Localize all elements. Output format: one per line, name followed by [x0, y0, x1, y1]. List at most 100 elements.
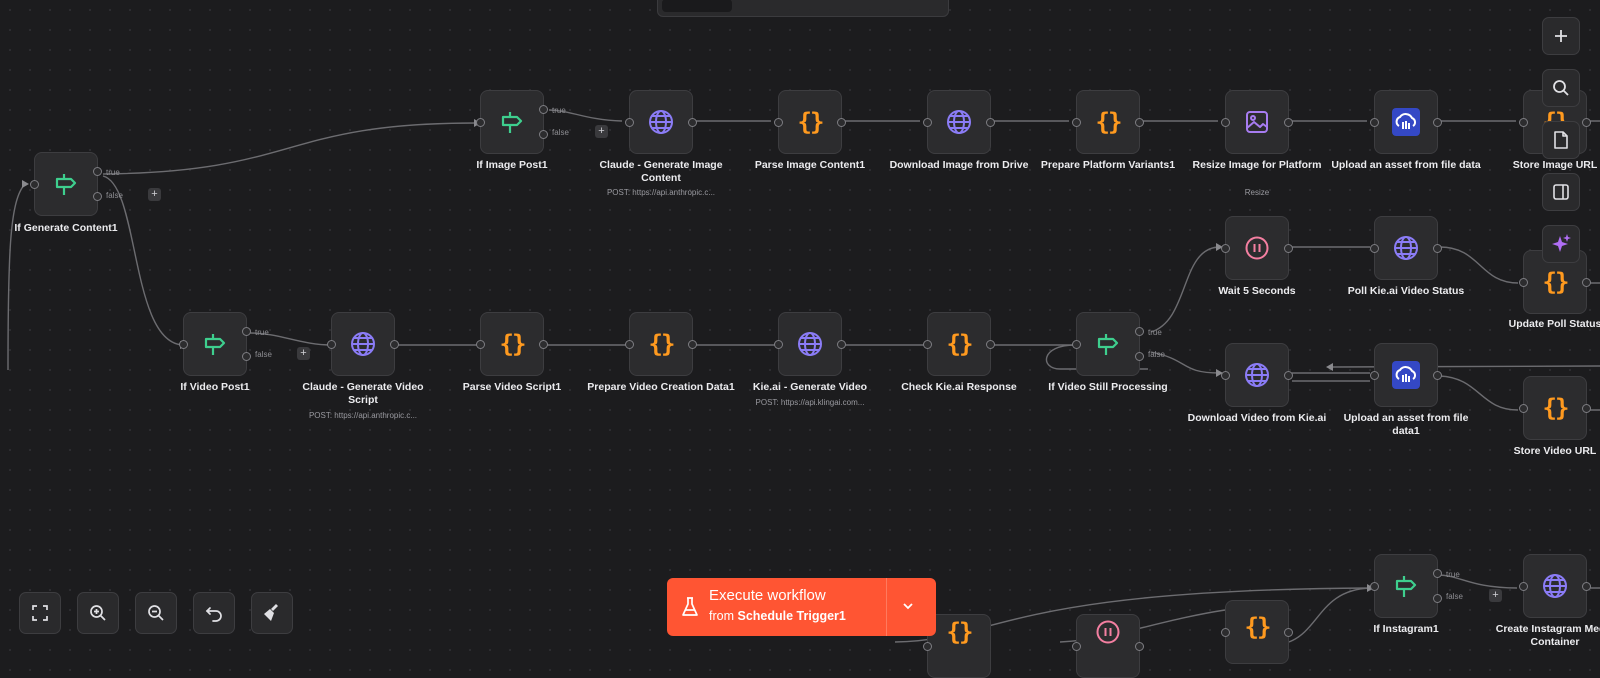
node-if-image-post[interactable]: [476, 90, 548, 154]
input-port[interactable]: [1221, 244, 1230, 253]
node-if-instagram[interactable]: [1370, 554, 1442, 618]
input-port[interactable]: [1221, 371, 1230, 380]
true-output-port[interactable]: [93, 167, 102, 176]
node-check-kie-response[interactable]: {}: [923, 312, 995, 376]
node-upload-asset-1[interactable]: [1370, 343, 1442, 407]
output-port[interactable]: [1135, 118, 1144, 127]
node-claude-generate-image-content[interactable]: [625, 90, 697, 154]
fit-view-button[interactable]: [19, 592, 61, 634]
node-resize-image-for-platform[interactable]: [1221, 90, 1293, 154]
node-poll-kie-video-status[interactable]: [1370, 216, 1442, 280]
output-port[interactable]: [1433, 118, 1442, 127]
false-output-port[interactable]: [242, 352, 251, 361]
input-port[interactable]: [179, 340, 188, 349]
output-port[interactable]: [688, 340, 697, 349]
true-output-port[interactable]: [1135, 327, 1144, 336]
output-port[interactable]: [1582, 582, 1591, 591]
output-port[interactable]: [688, 118, 697, 127]
node-upload-asset[interactable]: [1370, 90, 1442, 154]
output-port[interactable]: [1284, 244, 1293, 253]
false-output-port[interactable]: [539, 130, 548, 139]
add-node-button[interactable]: [1542, 17, 1580, 55]
true-output-port[interactable]: [242, 327, 251, 336]
false-output-port[interactable]: [1433, 594, 1442, 603]
output-port[interactable]: [837, 340, 846, 349]
node-prepare-video-creation-data[interactable]: {}: [625, 312, 697, 376]
add-node-plus-button[interactable]: +: [148, 188, 161, 201]
add-node-plus-button[interactable]: +: [1489, 589, 1502, 602]
node-download-image-from-drive[interactable]: [923, 90, 995, 154]
input-port[interactable]: [625, 340, 634, 349]
output-port[interactable]: [539, 340, 548, 349]
input-port[interactable]: [923, 642, 932, 651]
output-port[interactable]: [1284, 118, 1293, 127]
undo-button[interactable]: [193, 592, 235, 634]
node-claude-generate-video-script[interactable]: [327, 312, 399, 376]
input-port[interactable]: [923, 118, 932, 127]
tidy-up-button[interactable]: [251, 592, 293, 634]
output-port[interactable]: [1284, 628, 1293, 637]
node-wait-5-seconds[interactable]: [1221, 216, 1293, 280]
input-port[interactable]: [1519, 404, 1528, 413]
input-port[interactable]: [1519, 118, 1528, 127]
input-port[interactable]: [1370, 371, 1379, 380]
add-node-plus-button[interactable]: +: [595, 125, 608, 138]
input-port[interactable]: [476, 118, 485, 127]
zoom-in-button[interactable]: [77, 592, 119, 634]
true-output-port[interactable]: [539, 105, 548, 114]
node-if-video-post[interactable]: [179, 312, 251, 376]
input-port[interactable]: [1072, 340, 1081, 349]
input-port[interactable]: [774, 118, 783, 127]
input-port[interactable]: [774, 340, 783, 349]
node-prepare-platform-variants[interactable]: {}: [1072, 90, 1144, 154]
output-port[interactable]: [1582, 278, 1591, 287]
active-view-segment[interactable]: [662, 0, 732, 12]
node-parse-video-script[interactable]: {}: [476, 312, 548, 376]
toggle-panel-button[interactable]: [1542, 173, 1580, 211]
input-port[interactable]: [625, 118, 634, 127]
ai-assistant-button[interactable]: [1542, 225, 1580, 263]
node-store-video-url[interactable]: {}: [1519, 376, 1591, 440]
output-port[interactable]: [1135, 642, 1144, 651]
input-port[interactable]: [30, 180, 39, 189]
node-kie-generate-video[interactable]: [774, 312, 846, 376]
input-port[interactable]: [923, 340, 932, 349]
zoom-out-button[interactable]: [135, 592, 177, 634]
input-port[interactable]: [1072, 118, 1081, 127]
input-port[interactable]: [1221, 628, 1230, 637]
sticky-note-button[interactable]: [1542, 121, 1580, 159]
input-port[interactable]: [1072, 642, 1081, 651]
node-create-instagram-media-container[interactable]: [1519, 554, 1591, 618]
input-port[interactable]: [327, 340, 336, 349]
input-port[interactable]: [1370, 244, 1379, 253]
output-port[interactable]: [1433, 371, 1442, 380]
output-port[interactable]: [837, 118, 846, 127]
chevron-down-icon[interactable]: [901, 599, 915, 613]
input-port[interactable]: [1519, 278, 1528, 287]
execute-workflow-button[interactable]: Execute workflow from Schedule Trigger1: [667, 578, 936, 636]
true-output-port[interactable]: [1433, 569, 1442, 578]
output-port[interactable]: [986, 340, 995, 349]
search-nodes-button[interactable]: [1542, 69, 1580, 107]
output-port[interactable]: [986, 118, 995, 127]
node-wait-bottom[interactable]: [1072, 614, 1144, 678]
output-port[interactable]: [390, 340, 399, 349]
false-output-port[interactable]: [1135, 352, 1144, 361]
output-port[interactable]: [1582, 118, 1591, 127]
false-output-port[interactable]: [93, 192, 102, 201]
input-port[interactable]: [1370, 118, 1379, 127]
canvas-view-switcher[interactable]: [657, 0, 949, 17]
input-port[interactable]: [1370, 582, 1379, 591]
input-port[interactable]: [1221, 118, 1230, 127]
add-node-plus-button[interactable]: +: [297, 347, 310, 360]
output-port[interactable]: [1433, 244, 1442, 253]
output-port[interactable]: [1582, 404, 1591, 413]
node-code-bottom-1[interactable]: {}: [923, 614, 991, 678]
node-download-video-from-kie[interactable]: [1221, 343, 1293, 407]
input-port[interactable]: [1519, 582, 1528, 591]
node-if-video-still-processing[interactable]: [1072, 312, 1144, 376]
output-port[interactable]: [1284, 371, 1293, 380]
input-port[interactable]: [476, 340, 485, 349]
node-code-bottom-2[interactable]: {}: [1221, 600, 1293, 664]
node-parse-image-content[interactable]: {}: [774, 90, 846, 154]
